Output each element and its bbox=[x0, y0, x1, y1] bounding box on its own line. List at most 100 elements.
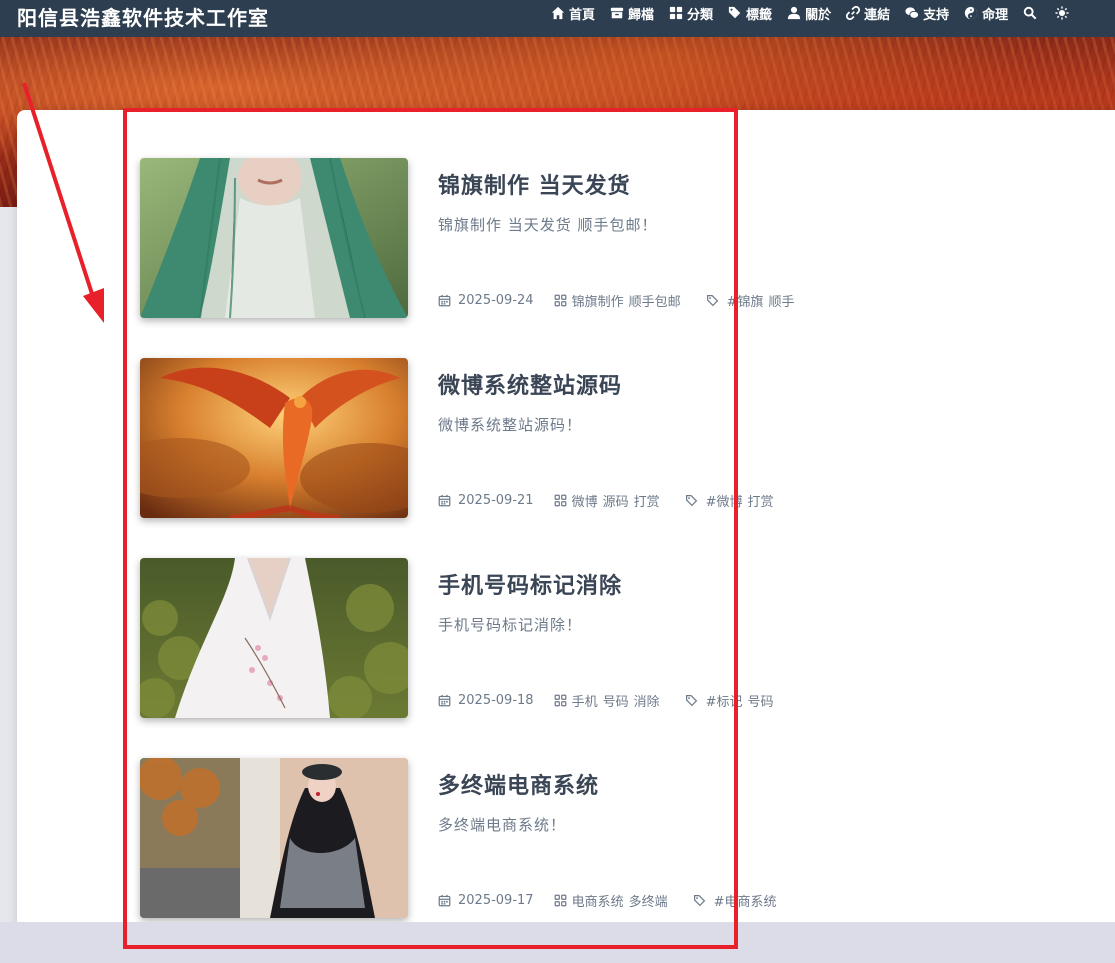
thumbnail-image bbox=[140, 558, 408, 718]
post-thumbnail[interactable] bbox=[140, 758, 408, 918]
tags-icon bbox=[728, 6, 741, 19]
top-navbar: 阳信县浩鑫软件技术工作室 首頁 歸檔 分類 標籤 關於 連結 支持 命理 bbox=[0, 0, 1115, 37]
category-link[interactable]: 打赏 bbox=[634, 491, 660, 510]
theme-toggle-button[interactable] bbox=[1055, 6, 1069, 20]
post-meta: 2025-09-21 微博 源码 打赏 #微博 打赏 bbox=[438, 491, 779, 510]
tags-icon bbox=[693, 895, 705, 907]
category-link[interactable]: 多终端 bbox=[629, 891, 668, 910]
nav-item-label: 分類 bbox=[687, 7, 714, 23]
tags-icon bbox=[685, 495, 697, 507]
nav-item-tags[interactable]: 標籤 bbox=[728, 4, 772, 23]
grid-icon bbox=[554, 494, 566, 507]
search-button[interactable] bbox=[1023, 6, 1037, 20]
post-date-text: 2025-09-21 bbox=[458, 493, 534, 508]
nav-menu: 首頁 歸檔 分類 標籤 關於 連結 支持 命理 bbox=[551, 0, 1087, 26]
archive-icon bbox=[610, 7, 624, 19]
sun-icon bbox=[1055, 6, 1069, 20]
post-title[interactable]: 多终端电商系统 bbox=[438, 768, 599, 800]
user-icon bbox=[787, 6, 801, 20]
tag-link[interactable]: #标记 bbox=[706, 691, 743, 710]
nav-item-support[interactable]: 支持 bbox=[905, 4, 949, 23]
post-title[interactable]: 手机号码标记消除 bbox=[438, 568, 622, 600]
post-date: 2025-09-18 bbox=[438, 693, 534, 708]
calendar-icon bbox=[438, 294, 451, 307]
tags-icon bbox=[706, 295, 718, 307]
tag-link[interactable]: #锦旗 bbox=[727, 291, 764, 310]
nav-item-label: 支持 bbox=[923, 7, 950, 23]
thumbnail-image bbox=[140, 758, 408, 918]
post-item: 微博系统整站源码 微博系统整站源码！ 2025-09-21 微博 源码 打赏 #… bbox=[140, 358, 840, 518]
post-categories: 微博 源码 打赏 bbox=[554, 491, 665, 510]
nav-item-fortune[interactable]: 命理 bbox=[964, 4, 1008, 23]
link-icon bbox=[846, 6, 861, 20]
nav-item-label: 歸檔 bbox=[628, 7, 655, 23]
post-categories: 手机 号码 消除 bbox=[554, 691, 665, 710]
tags-icon bbox=[685, 695, 697, 707]
post-date-text: 2025-09-24 bbox=[458, 293, 534, 308]
post-date: 2025-09-24 bbox=[438, 293, 534, 308]
tag-link[interactable]: 顺手 bbox=[769, 291, 795, 310]
post-thumbnail[interactable] bbox=[140, 158, 408, 318]
site-title[interactable]: 阳信县浩鑫软件技术工作室 bbox=[17, 2, 269, 31]
wechat-icon bbox=[905, 7, 920, 19]
nav-item-categories[interactable]: 分類 bbox=[669, 4, 713, 23]
calendar-icon bbox=[438, 494, 451, 507]
post-categories: 电商系统 多终端 bbox=[554, 891, 673, 910]
post-date-text: 2025-09-17 bbox=[458, 893, 534, 908]
grid-icon bbox=[554, 894, 566, 907]
post-tags: #微博 打赏 bbox=[685, 491, 779, 510]
post-thumbnail[interactable] bbox=[140, 358, 408, 518]
post-excerpt: 锦旗制作 当天发货 顺手包邮！ bbox=[438, 216, 658, 234]
post-date: 2025-09-17 bbox=[438, 893, 534, 908]
post-tags: #锦旗 顺手 bbox=[706, 291, 800, 310]
post-excerpt: 手机号码标记消除！ bbox=[438, 616, 583, 634]
nav-item-label: 關於 bbox=[805, 7, 832, 23]
nav-item-links[interactable]: 連結 bbox=[846, 4, 890, 23]
nav-item-archive[interactable]: 歸檔 bbox=[610, 4, 654, 23]
calendar-icon bbox=[438, 694, 451, 707]
nav-item-home[interactable]: 首頁 bbox=[551, 4, 595, 23]
category-link[interactable]: 电商系统 bbox=[572, 891, 624, 910]
category-link[interactable]: 锦旗制作 bbox=[572, 291, 624, 310]
nav-item-label: 命理 bbox=[982, 7, 1009, 23]
tag-link[interactable]: 号码 bbox=[748, 691, 774, 710]
grid-icon bbox=[554, 694, 566, 707]
post-meta: 2025-09-18 手机 号码 消除 #标记 号码 bbox=[438, 691, 779, 710]
post-title[interactable]: 微博系统整站源码 bbox=[438, 368, 622, 400]
post-tags: #电商系统 bbox=[693, 891, 782, 910]
home-icon bbox=[551, 6, 565, 20]
post-item: 锦旗制作 当天发货 锦旗制作 当天发货 顺手包邮！ 2025-09-24 锦旗制… bbox=[140, 158, 840, 318]
post-tags: #标记 号码 bbox=[685, 691, 779, 710]
post-meta: 2025-09-17 电商系统 多终端 #电商系统 bbox=[438, 891, 782, 910]
category-link[interactable]: 微博 bbox=[572, 491, 598, 510]
grid-icon bbox=[669, 6, 683, 20]
post-date-text: 2025-09-18 bbox=[458, 693, 534, 708]
post-thumbnail[interactable] bbox=[140, 558, 408, 718]
tag-link[interactable]: #电商系统 bbox=[714, 891, 777, 910]
post-date: 2025-09-21 bbox=[438, 493, 534, 508]
post-meta: 2025-09-24 锦旗制作 顺手包邮 #锦旗 顺手 bbox=[438, 291, 800, 310]
yin-yang-icon bbox=[964, 6, 978, 20]
post-title[interactable]: 锦旗制作 当天发货 bbox=[438, 168, 631, 200]
category-link[interactable]: 手机 bbox=[572, 691, 598, 710]
category-link[interactable]: 消除 bbox=[634, 691, 660, 710]
nav-item-label: 標籤 bbox=[746, 7, 773, 23]
thumbnail-image bbox=[140, 158, 408, 318]
search-icon bbox=[1023, 6, 1037, 20]
category-link[interactable]: 号码 bbox=[603, 691, 629, 710]
thumbnail-image bbox=[140, 358, 408, 518]
tag-link[interactable]: 打赏 bbox=[748, 491, 774, 510]
post-item: 多终端电商系统 多终端电商系统！ 2025-09-17 电商系统 多终端 #电商… bbox=[140, 758, 840, 918]
grid-icon bbox=[554, 294, 566, 307]
nav-item-label: 首頁 bbox=[569, 7, 596, 23]
tag-link[interactable]: #微博 bbox=[706, 491, 743, 510]
calendar-icon bbox=[438, 894, 451, 907]
nav-item-label: 連結 bbox=[864, 7, 891, 23]
category-link[interactable]: 源码 bbox=[603, 491, 629, 510]
post-categories: 锦旗制作 顺手包邮 bbox=[554, 291, 686, 310]
post-item: 手机号码标记消除 手机号码标记消除！ 2025-09-18 手机 号码 消除 #… bbox=[140, 558, 840, 718]
nav-item-about[interactable]: 關於 bbox=[787, 4, 831, 23]
page-footer-strip bbox=[0, 922, 1115, 963]
post-excerpt: 多终端电商系统！ bbox=[438, 816, 567, 834]
category-link[interactable]: 顺手包邮 bbox=[629, 291, 681, 310]
